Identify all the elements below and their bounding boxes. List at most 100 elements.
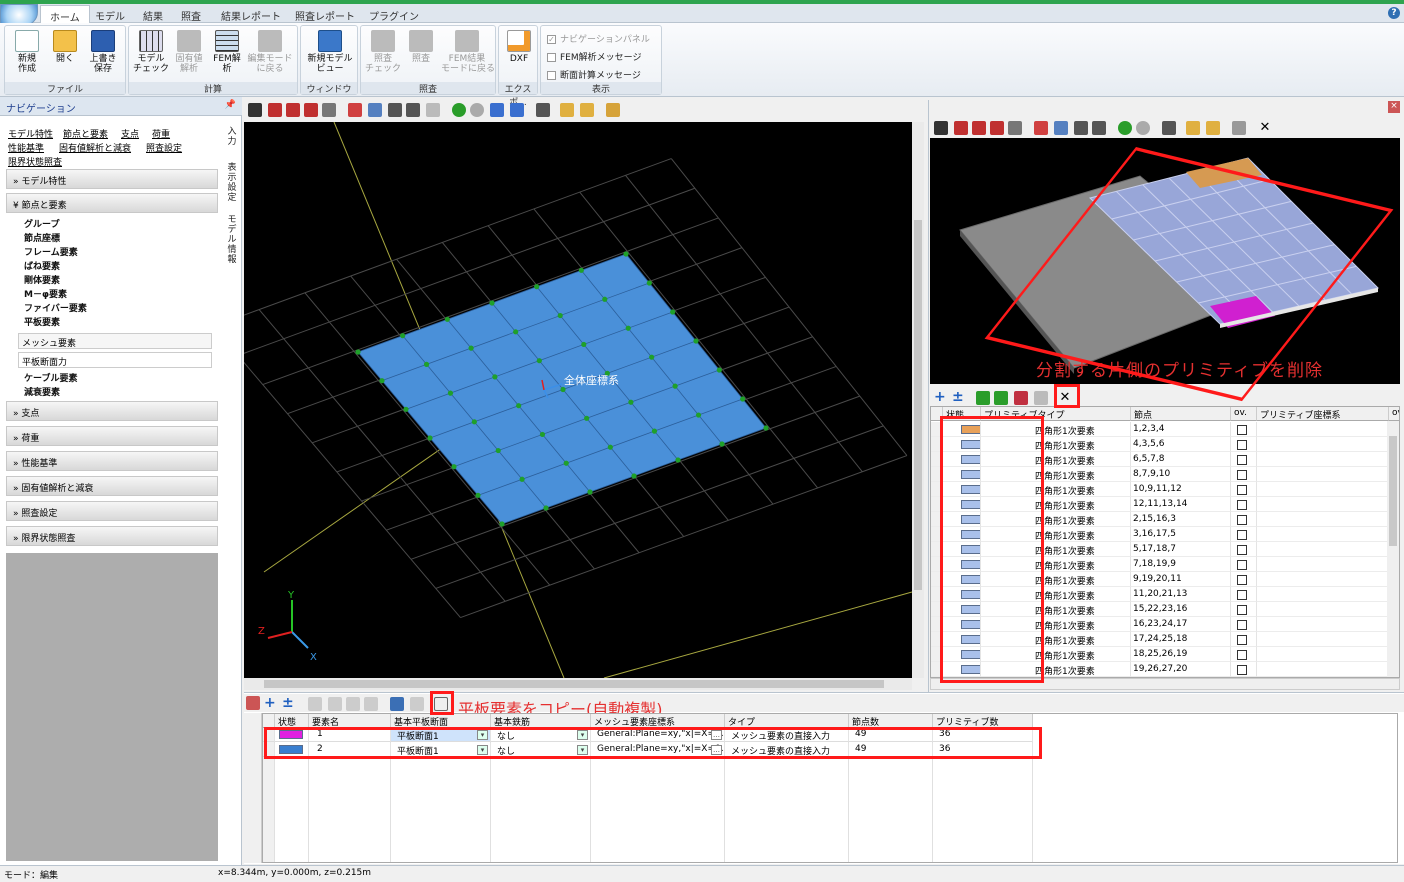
nav-item-spring[interactable]: ばね要素 — [24, 259, 60, 272]
primitive-status-cell[interactable]: 8 — [943, 527, 981, 542]
view-side-icon[interactable] — [304, 103, 318, 117]
primitive-color-swatch[interactable] — [961, 515, 980, 524]
main-vertical-scroll-thumb[interactable] — [914, 220, 922, 590]
primitive-nodes-cell[interactable]: 15,22,23,16 — [1131, 602, 1231, 617]
row-header[interactable] — [263, 743, 275, 757]
primitive-color-swatch[interactable] — [961, 545, 980, 554]
ellipsis-icon[interactable]: … — [711, 730, 722, 740]
primitive-nodes-cell[interactable]: 3,16,17,5 — [1131, 527, 1231, 542]
main-mesh-canvas[interactable]: 全体座標系 Y X Z — [244, 122, 912, 678]
primitive-table-hscroll[interactable] — [930, 678, 1400, 690]
primitive-row[interactable]: 10四角形1次要素7,18,19,9 — [931, 557, 1389, 572]
section-message-checkbox[interactable]: 断面計算メッセージ — [547, 68, 641, 81]
view-iso-icon[interactable] — [268, 103, 282, 117]
mesh-node[interactable] — [471, 419, 477, 425]
mesh-node[interactable] — [581, 341, 587, 348]
nav-sub-mesh[interactable]: メッシュ要素 — [18, 333, 212, 349]
forward-icon[interactable] — [1136, 121, 1150, 135]
primitive-type-cell[interactable]: 四角形1次要素 — [981, 452, 1131, 467]
primitive-status-cell[interactable]: 17 — [943, 662, 981, 677]
primitive-ov-cell[interactable] — [1231, 557, 1257, 572]
nav-item-m-phi[interactable]: M－φ要素 — [24, 287, 67, 300]
mesh-node[interactable] — [693, 338, 699, 344]
color-icon[interactable] — [346, 697, 360, 711]
new-button[interactable]: 新規 作成 — [9, 30, 45, 74]
layer-edit-icon[interactable] — [580, 103, 594, 117]
mesh-node[interactable] — [560, 386, 566, 393]
nav-link-check-settings[interactable]: 照査設定 — [146, 141, 182, 154]
primitive-color-swatch[interactable] — [961, 425, 980, 434]
mesh-node[interactable] — [651, 428, 658, 434]
mesh-node[interactable] — [499, 521, 505, 527]
verify-button[interactable]: 照査 — [403, 30, 439, 64]
row-header[interactable] — [931, 662, 943, 677]
primitive-type-cell[interactable]: 四角形1次要素 — [981, 437, 1131, 452]
row-header[interactable] — [931, 497, 943, 512]
primitive-row[interactable]: 1四角形1次要素1,2,3,4 — [931, 422, 1389, 437]
find-icon[interactable] — [1232, 121, 1246, 135]
view-iso-icon[interactable] — [954, 121, 968, 135]
primitive-color-swatch[interactable] — [961, 575, 980, 584]
fem-result-button[interactable]: FEM結果 モードに戻る — [441, 30, 495, 74]
mesh-node[interactable] — [646, 280, 652, 286]
nav-section-nodes-elements[interactable]: ¥ 節点と要素 — [6, 193, 218, 213]
tab-result[interactable]: 結果 — [134, 5, 172, 23]
zoom-disabled-icon[interactable] — [426, 103, 440, 117]
primitive-color-swatch[interactable] — [961, 650, 980, 659]
checkbox-icon[interactable] — [1237, 560, 1247, 570]
nav-link-model-props[interactable]: モデル特性 — [8, 127, 53, 140]
primitive-type-cell[interactable]: 四角形1次要素 — [981, 422, 1131, 437]
primitive-color-swatch[interactable] — [961, 455, 980, 464]
mesh-node[interactable] — [427, 435, 433, 441]
primitive-type-cell[interactable]: 四角形1次要素 — [981, 572, 1131, 587]
mesh-node[interactable] — [447, 390, 454, 396]
grid-icon[interactable] — [490, 103, 504, 117]
row-header[interactable] — [931, 467, 943, 482]
primitive-type-cell[interactable]: 四角形1次要素 — [981, 587, 1131, 602]
primitive-coord-cell[interactable] — [1257, 662, 1389, 677]
primitive-coord-cell[interactable] — [1257, 482, 1389, 497]
zoom-window-icon[interactable] — [348, 103, 362, 117]
view-front-icon[interactable] — [286, 103, 300, 117]
view-top-icon[interactable] — [322, 103, 336, 117]
primitive-type-cell[interactable]: 四角形1次要素 — [981, 617, 1131, 632]
primitive-nodes-cell[interactable]: 18,25,26,19 — [1131, 647, 1231, 662]
primitive-coord-cell[interactable] — [1257, 497, 1389, 512]
vtab-model-info[interactable]: モデル情報 — [226, 215, 238, 265]
insert-icon[interactable]: ± — [952, 390, 966, 405]
move-up-icon[interactable] — [976, 391, 990, 405]
primitive-color-swatch[interactable] — [961, 530, 980, 539]
model-check-button[interactable]: モデル チェック — [133, 30, 169, 74]
add-icon[interactable]: + — [934, 390, 948, 405]
mesh-node[interactable] — [539, 431, 546, 438]
tab-check-report[interactable]: 照査レポート — [286, 5, 364, 23]
primitive-status-cell[interactable]: 1 — [943, 422, 981, 437]
primitive-ov-cell[interactable] — [1231, 662, 1257, 677]
nav-sub-plate-force[interactable]: 平板断面力 — [18, 352, 212, 368]
mesh-node[interactable] — [628, 399, 634, 405]
main-horizontal-scroll-thumb[interactable] — [264, 680, 884, 688]
mesh-node[interactable] — [631, 473, 637, 479]
nav-panel-checkbox[interactable]: ✓ ナビゲーションパネル — [547, 32, 650, 45]
checkbox-icon[interactable] — [1237, 590, 1247, 600]
primitive-nodes-cell[interactable]: 19,26,27,20 — [1131, 662, 1231, 677]
primitive-coord-cell[interactable] — [1257, 572, 1389, 587]
checkbox-icon[interactable] — [1237, 515, 1247, 525]
close-icon[interactable] — [246, 696, 260, 710]
primitive-row[interactable]: 8四角形1次要素3,16,17,5 — [931, 527, 1389, 542]
nav-link-limit-state[interactable]: 限界状態照査 — [8, 155, 62, 168]
row-header[interactable] — [263, 728, 275, 742]
copy-icon[interactable] — [434, 697, 448, 711]
nav-link-nodes-elements[interactable]: 節点と要素 — [63, 127, 108, 140]
mesh-node[interactable] — [543, 505, 549, 511]
dxf-button[interactable]: DXF — [501, 30, 537, 64]
mesh-node[interactable] — [513, 329, 519, 335]
primitive-status-cell[interactable]: 11 — [943, 572, 981, 587]
open-button[interactable]: 開く — [47, 30, 83, 64]
mesh-node[interactable] — [379, 378, 385, 384]
fem-button[interactable]: FEM解 析 — [209, 30, 245, 74]
plate-status-cell[interactable] — [275, 743, 309, 757]
primitive-type-cell[interactable]: 四角形1次要素 — [981, 467, 1131, 482]
main-3d-view[interactable]: 全体座標系 Y X Z — [244, 122, 912, 678]
layer-edit-icon[interactable] — [1206, 121, 1220, 135]
